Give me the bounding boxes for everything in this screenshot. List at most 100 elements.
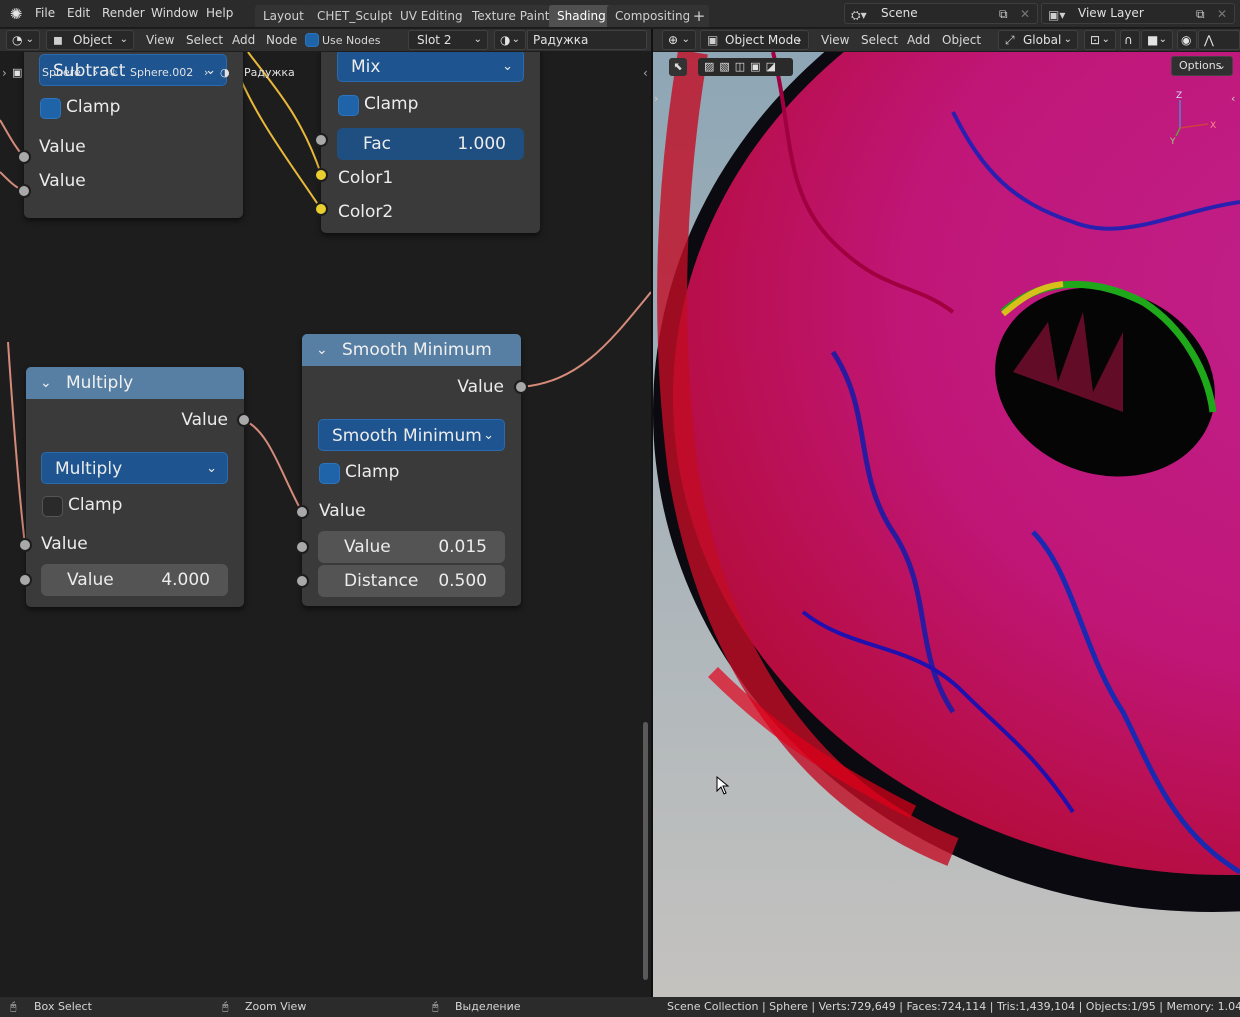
viewport-menu-add[interactable]: Add: [907, 33, 930, 47]
multiply-clamp-label: Clamp: [68, 495, 123, 515]
mix-fac-socket[interactable]: [314, 133, 328, 147]
smooth-minimum-input-1-socket[interactable]: [295, 505, 309, 519]
breadcrumb-material: Радужка: [244, 66, 295, 79]
select-mode-buttons[interactable]: ▨▧◫▣◪: [698, 58, 793, 76]
add-workspace-button[interactable]: +: [689, 5, 709, 27]
mix-blend-dropdown[interactable]: Mix ⌄: [337, 52, 524, 82]
multiply-clamp-checkbox[interactable]: [42, 496, 63, 517]
transform-orientation-dropdown[interactable]: ⤢ Global ⌄: [998, 30, 1078, 50]
node-multiply[interactable]: ⌄ Multiply Value Multiply ⌄ Clamp Value V…: [26, 367, 244, 607]
multiply-output-socket[interactable]: [237, 413, 251, 427]
smooth-minimum-header[interactable]: ⌄ Smooth Minimum: [302, 334, 521, 366]
material-browse-button[interactable]: ◑ ⌄: [494, 30, 526, 50]
viewport-sidebar-toggle-icon[interactable]: ‹: [1231, 92, 1235, 105]
tab-layout[interactable]: Layout: [255, 5, 312, 27]
subtract-input-2-socket[interactable]: [17, 184, 31, 198]
smooth-minimum-value-label: Value: [344, 537, 391, 557]
node-editor-scrollbar[interactable]: [643, 722, 648, 980]
pin-icon[interactable]: ▣: [12, 66, 22, 79]
scene-selector[interactable]: ⛭▾ Scene ⧉ ✕: [844, 3, 1038, 24]
viewport-editor-type-button[interactable]: ⊕ ⌄: [662, 30, 696, 50]
smooth-minimum-value-number: 0.015: [438, 537, 487, 557]
falloff-dropdown[interactable]: ⋀: [1198, 30, 1240, 50]
smooth-minimum-output-socket[interactable]: [514, 380, 528, 394]
object-mode-dropdown[interactable]: ▣ Object Mode ⌄: [700, 30, 809, 50]
copy-scene-icon[interactable]: ⧉: [999, 5, 1008, 24]
tab-chet-sculpt[interactable]: CHET_Sculpt: [309, 5, 401, 27]
breadcrumb-separator-icon: ›: [94, 66, 99, 79]
material-name-field[interactable]: Радужка: [527, 30, 647, 50]
collapse-chevron-icon[interactable]: ⌄: [40, 367, 52, 399]
sidebar-toggle-icon[interactable]: ‹: [643, 66, 648, 80]
smooth-minimum-output-label: Value: [457, 377, 504, 397]
multiply-operation-label: Multiply: [55, 459, 123, 479]
collapse-chevron-icon[interactable]: ⌄: [316, 334, 328, 366]
smooth-minimum-distance-field[interactable]: Distance 0.500: [318, 565, 505, 597]
smooth-minimum-operation-dropdown[interactable]: Smooth Minimum ⌄: [318, 419, 505, 451]
subtract-input-1-socket[interactable]: [17, 150, 31, 164]
mix-color1-socket[interactable]: [314, 168, 328, 182]
options-label: Options: [1179, 59, 1222, 72]
options-dropdown[interactable]: Options ⌄: [1171, 56, 1233, 76]
snap-increment-icon: ■: [1147, 33, 1159, 47]
multiply-operation-dropdown[interactable]: Multiply ⌄: [41, 452, 228, 484]
mix-fac-field[interactable]: Fac 1.000: [337, 128, 524, 160]
3d-viewport[interactable]: ⬉ ▨▧◫▣◪ Options ⌄ Z X Y ‹ ›: [653, 52, 1240, 997]
menu-help[interactable]: Help: [206, 6, 233, 20]
select-tool-icon[interactable]: ⬉: [669, 58, 687, 76]
proportional-edit-icon: ◉: [1181, 33, 1192, 47]
node-menu-node[interactable]: Node: [266, 33, 297, 47]
smooth-minimum-clamp-checkbox[interactable]: [319, 463, 340, 484]
link-to-multiply-in1: [7, 341, 26, 546]
viewport-toolbar-toggle-icon[interactable]: ›: [654, 92, 658, 105]
tab-uv-editing[interactable]: UV Editing: [392, 5, 471, 27]
viewport-menu-object[interactable]: Object: [942, 33, 981, 47]
material-icon: ◑: [220, 66, 230, 79]
navigation-gizmo[interactable]: Z X Y: [1158, 88, 1218, 158]
tab-shading[interactable]: Shading: [549, 5, 614, 27]
mix-color2-socket[interactable]: [314, 202, 328, 216]
close-view-layer-icon[interactable]: ✕: [1217, 5, 1227, 24]
view-layer-selector[interactable]: ▣▾ View Layer ⧉ ✕: [1041, 3, 1235, 24]
menu-render[interactable]: Render: [102, 6, 145, 20]
smooth-minimum-value-field[interactable]: Value 0.015: [318, 531, 505, 563]
multiply-header[interactable]: ⌄ Multiply: [26, 367, 244, 399]
node-mix[interactable]: Mix ⌄ Clamp Fac 1.000 Color1 Color2: [321, 52, 540, 233]
node-menu-add[interactable]: Add: [232, 33, 255, 47]
copy-view-layer-icon[interactable]: ⧉: [1196, 5, 1205, 24]
smooth-minimum-input-2-socket[interactable]: [295, 540, 309, 554]
smooth-minimum-distance-label: Distance: [344, 571, 419, 591]
top-bar: ✺ File Edit Render Window Help Layout CH…: [0, 0, 1240, 28]
subtract-clamp-checkbox[interactable]: [40, 98, 61, 119]
node-menu-select[interactable]: Select: [186, 33, 223, 47]
viewport-menu-view[interactable]: View: [821, 33, 849, 47]
blender-logo-icon[interactable]: ✺: [6, 5, 26, 23]
menu-window[interactable]: Window: [151, 6, 198, 20]
mix-clamp-checkbox[interactable]: [338, 95, 359, 116]
multiply-input-1-socket[interactable]: [18, 538, 32, 552]
editor-type-button[interactable]: ◔ ⌄: [6, 30, 40, 50]
toolbar-toggle-icon[interactable]: ›: [2, 66, 7, 80]
shader-type-dropdown[interactable]: ◼ Object ⌄: [46, 30, 134, 50]
snap-toggle[interactable]: ∩: [1120, 30, 1140, 50]
pivot-point-dropdown[interactable]: ⊡ ⌄: [1084, 30, 1116, 50]
multiply-value-field[interactable]: Value 4.000: [41, 564, 228, 596]
smooth-minimum-input-3-socket[interactable]: [295, 574, 309, 588]
node-editor-canvas[interactable]: Subtract ⌄ Clamp Value Value ▣ Sphere › ⛗…: [0, 52, 651, 997]
viewport-menu-select[interactable]: Select: [861, 33, 898, 47]
menu-file[interactable]: File: [35, 6, 55, 20]
smooth-minimum-clamp-label: Clamp: [345, 462, 400, 482]
close-scene-icon[interactable]: ✕: [1020, 5, 1030, 24]
tab-compositing[interactable]: Compositing: [607, 5, 699, 27]
object-mode-label: Object Mode: [725, 33, 801, 47]
multiply-input-2-socket[interactable]: [18, 573, 32, 587]
node-menu-view[interactable]: View: [146, 33, 174, 47]
menu-edit[interactable]: Edit: [67, 6, 90, 20]
proportional-edit-toggle[interactable]: ◉: [1177, 30, 1197, 50]
use-nodes-checkbox[interactable]: [305, 33, 319, 47]
tab-texture-paint[interactable]: Texture Paint: [464, 5, 558, 27]
viewport-render: [653, 52, 1240, 997]
node-smooth-minimum[interactable]: ⌄ Smooth Minimum Value Smooth Minimum ⌄ C…: [302, 334, 521, 606]
slot-dropdown[interactable]: Slot 2 ⌄: [408, 30, 488, 50]
snap-target-dropdown[interactable]: ■ ⌄: [1141, 30, 1173, 50]
